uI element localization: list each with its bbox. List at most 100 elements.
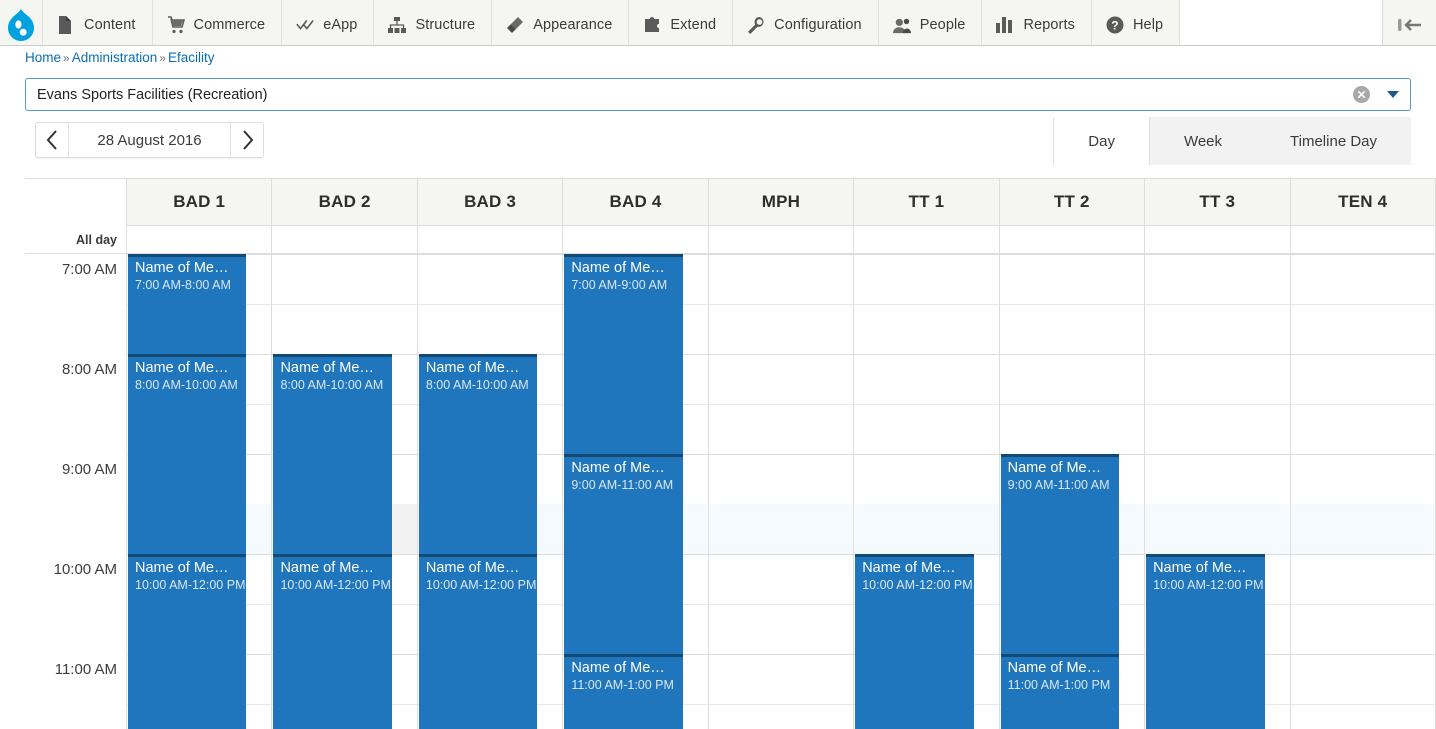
time-axis: 7:00 AM 8:00 AM 9:00 AM 10:00 AM 11:00 AM (25, 254, 127, 729)
resource-header[interactable]: TEN 4 (1290, 179, 1436, 226)
highlight-band (1290, 504, 1435, 554)
event-title: Name of Me… (571, 660, 665, 676)
calendar-event[interactable]: Name of Me… 11:00 AM-1:00 PM (564, 654, 683, 729)
toolbar-item-reports[interactable]: Reports (981, 0, 1090, 45)
resource-column[interactable]: Name of Me… 7:00 AM-9:00 AM Name of Me… 9:0… (563, 254, 709, 729)
resource-column[interactable] (708, 254, 855, 729)
resource-column[interactable]: Name of Me… 9:00 AM-11:00 AM Name of Me… 11… (999, 254, 1146, 729)
clear-circle-icon[interactable] (1346, 86, 1376, 103)
highlight-band (854, 504, 999, 554)
resource-header[interactable]: MPH (708, 179, 855, 226)
facility-select[interactable]: Evans Sports Facilities (Recreation) (25, 78, 1411, 111)
people-icon (892, 16, 911, 34)
paintbrush-icon (506, 16, 524, 34)
resource-header[interactable]: TT 3 (1145, 179, 1291, 226)
tab-timeline-day[interactable]: Timeline Day (1256, 117, 1411, 165)
prev-day-button[interactable] (36, 123, 68, 157)
facility-select-value[interactable]: Evans Sports Facilities (Recreation) (26, 87, 1346, 103)
toolbar-item-content[interactable]: Content (42, 0, 152, 45)
event-title: Name of Me… (1007, 660, 1102, 676)
resource-column[interactable]: Name of Me… 10:00 AM-12:00 PM (854, 254, 1000, 729)
toolbar-item-configuration[interactable]: Configuration (732, 0, 878, 45)
event-time: 10:00 AM-12:00 PM (1153, 578, 1264, 592)
collapse-left-icon[interactable] (1382, 0, 1436, 45)
toolbar-item-appearance[interactable]: Appearance (491, 0, 628, 45)
resource-columns: Name of Me… 7:00 AM-8:00 AM Name of Me… 8:0… (127, 254, 1436, 729)
admin-toolbar: Content Commerce eApp Structure Appearan… (0, 0, 1436, 46)
time-label: 11:00 AM (54, 661, 117, 678)
all-day-cell[interactable] (999, 226, 1146, 253)
calendar-event[interactable]: Name of Me… 8:00 AM-10:00 AM (418, 354, 538, 554)
toolbar-item-commerce[interactable]: Commerce (151, 0, 282, 45)
calendar-event[interactable]: Name of Me… 10:00 AM-12:00 PM (128, 554, 247, 729)
calendar-header-row: BAD 1 BAD 2 BAD 3 BAD 4 MPH TT 1 TT 2 TT 3 TEN 4 (25, 179, 1436, 226)
event-title: Name of Me… (280, 360, 374, 376)
next-day-button[interactable] (231, 123, 263, 157)
all-day-cell[interactable] (854, 226, 1000, 253)
resource-column[interactable]: Name of Me… 7:00 AM-8:00 AM Name of Me… 8:0… (127, 254, 273, 729)
calendar-event[interactable]: Name of Me… 10:00 AM-12:00 PM (1146, 554, 1265, 729)
header-gutter (25, 179, 127, 226)
event-title: Name of Me… (425, 560, 520, 576)
calendar-event[interactable]: Name of Me… 8:00 AM-10:00 AM (273, 354, 392, 554)
chevron-down-icon[interactable] (1376, 91, 1410, 98)
event-title: Name of Me… (571, 260, 665, 276)
resource-header[interactable]: TT 2 (999, 179, 1146, 226)
toolbar-filler (1179, 0, 1382, 45)
event-title: Name of Me… (280, 560, 374, 576)
checkmarks-icon (296, 16, 314, 34)
current-date-label: 28 August 2016 (68, 123, 231, 157)
toolbar-item-label: Extend (670, 17, 717, 33)
calendar-event[interactable]: Name of Me… 10:00 AM-12:00 PM (273, 554, 392, 729)
tab-week[interactable]: Week (1150, 117, 1256, 165)
view-tabs: Day Week Timeline Day (1053, 117, 1411, 165)
toolbar-item-label: eApp (323, 17, 358, 33)
toolbar-item-extend[interactable]: Extend (628, 0, 732, 45)
resource-column[interactable]: Name of Me… 8:00 AM-10:00 AM Name of Me… 10… (417, 254, 564, 729)
drupal-logo[interactable] (0, 0, 42, 45)
all-day-cell[interactable] (272, 226, 418, 253)
toolbar-item-label: Configuration (774, 17, 862, 33)
calendar-event[interactable]: Name of Me… 7:00 AM-9:00 AM (564, 254, 683, 454)
toolbar-item-label: Help (1132, 17, 1164, 33)
calendar-event[interactable]: Name of Me… 10:00 AM-12:00 PM (855, 554, 974, 729)
toolbar-item-help[interactable]: ? Help (1090, 0, 1179, 45)
calendar-event[interactable]: Name of Me… 7:00 AM-8:00 AM (128, 254, 247, 354)
resource-header[interactable]: TT 1 (854, 179, 1000, 226)
all-day-cell[interactable] (563, 226, 709, 253)
all-day-cell[interactable] (708, 226, 855, 253)
all-day-cell[interactable] (127, 226, 273, 253)
calendar-body: 7:00 AM 8:00 AM 9:00 AM 10:00 AM 11:00 AM Na… (25, 254, 1436, 729)
resource-header[interactable]: BAD 4 (563, 179, 709, 226)
event-title: Name of Me… (135, 560, 229, 576)
tab-day[interactable]: Day (1053, 117, 1150, 165)
toolbar-item-people[interactable]: People (877, 0, 982, 45)
all-day-cell[interactable] (1290, 226, 1436, 253)
calendar-event[interactable]: Name of Me… 9:00 AM-11:00 AM (564, 454, 683, 654)
breadcrumb-link-efacility[interactable]: Efacility (168, 50, 215, 65)
all-day-cell[interactable] (417, 226, 564, 253)
all-day-cell[interactable] (1145, 226, 1291, 253)
calendar-event[interactable]: Name of Me… 10:00 AM-12:00 PM (418, 554, 538, 729)
time-label: 8:00 AM (61, 361, 117, 378)
calendar-event[interactable]: Name of Me… 8:00 AM-10:00 AM (128, 354, 247, 554)
puzzle-icon (643, 16, 661, 34)
breadcrumb-link-home[interactable]: Home (25, 50, 61, 65)
resource-header[interactable]: BAD 1 (127, 179, 273, 226)
event-time: 7:00 AM-9:00 AM (571, 278, 668, 292)
event-time: 9:00 AM-11:00 AM (1007, 478, 1110, 492)
hovered-slot-cell[interactable] (390, 504, 417, 554)
resource-column[interactable]: Name of Me… 10:00 AM-12:00 PM (1145, 254, 1291, 729)
resource-column[interactable] (1290, 254, 1436, 729)
resource-header[interactable]: BAD 2 (272, 179, 418, 226)
breadcrumb-link-administration[interactable]: Administration (72, 50, 158, 65)
calendar-event[interactable]: Name of Me… 9:00 AM-11:00 AM (1000, 454, 1120, 654)
toolbar-item-eapp[interactable]: eApp (281, 0, 373, 45)
breadcrumb-separator: » (63, 51, 70, 65)
toolbar-item-structure[interactable]: Structure (373, 0, 491, 45)
calendar-event[interactable]: Name of Me… 11:00 AM-1:00 PM (1000, 654, 1120, 729)
breadcrumb-separator: » (159, 51, 166, 65)
event-time: 10:00 AM-12:00 PM (425, 578, 537, 592)
resource-column[interactable]: Name of Me… 8:00 AM-10:00 AM Name of Me… 10… (272, 254, 418, 729)
resource-header[interactable]: BAD 3 (417, 179, 564, 226)
